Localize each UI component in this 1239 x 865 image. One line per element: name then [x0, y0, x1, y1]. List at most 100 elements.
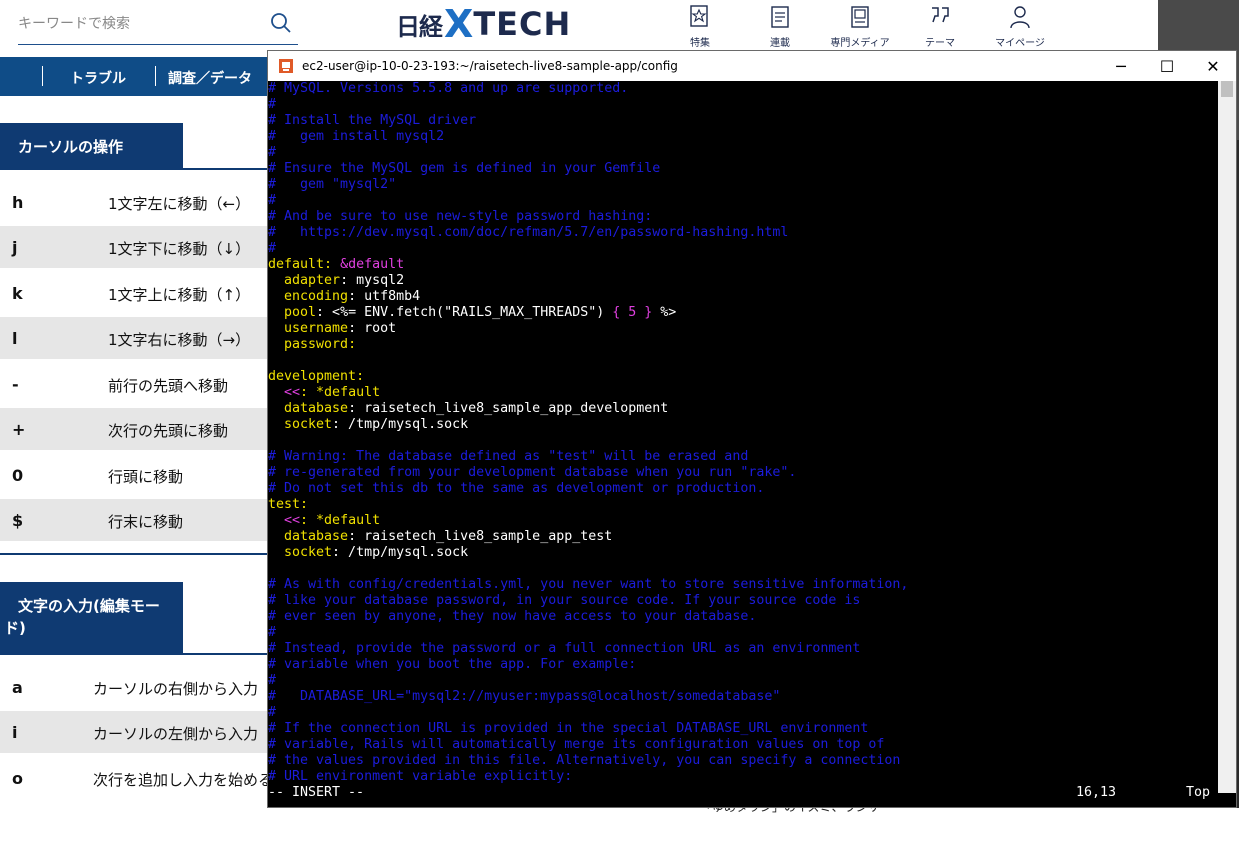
topnav-label: マイページ [995, 38, 1045, 49]
yaml-value: : /tmp/mysql.sock [332, 417, 469, 432]
terminal-line: <<: *default [268, 513, 380, 529]
table-row: - 前行の先頭へ移動 [0, 363, 268, 405]
table-row: o 次行を追加し入力を始める [0, 757, 273, 799]
yaml-anchor: &default [340, 257, 405, 272]
yaml-value: %> [652, 305, 677, 320]
terminal-line: test: [268, 497, 308, 513]
yaml-key: database [268, 529, 349, 544]
terminal-line: database: raisetech_live8_sample_app_dev… [268, 401, 668, 417]
terminal-line: socket: /tmp/mysql.sock [268, 545, 468, 561]
row-desc: 1文字左に移動（←） [108, 195, 251, 213]
topnav-label: 専門メディア [830, 38, 890, 49]
yaml-merge: << [268, 385, 301, 400]
yaml-value: : root [348, 321, 397, 336]
nav-separator [42, 66, 43, 86]
terminal-line: # If the connection URL is provided in t… [268, 721, 869, 736]
document-icon [771, 6, 789, 28]
terminal-content[interactable]: # MySQL. Versions 5.5.8 and up are suppo… [268, 81, 1218, 793]
row-key: j [12, 238, 18, 257]
row-desc: 1文字右に移動（→） [108, 331, 251, 349]
terminal-scrollbar[interactable] [1218, 81, 1236, 793]
topnav-series[interactable]: 連載 [740, 2, 820, 49]
yaml-alias: *default [316, 513, 381, 528]
yaml-key: pool [268, 305, 317, 320]
terminal-line: # As with config/credentials.yml, you ne… [268, 577, 909, 592]
row-desc: 次行の先頭に移動 [108, 422, 229, 440]
close-button[interactable]: ✕ [1190, 51, 1236, 81]
row-desc: カーソルの左側から入力 [93, 725, 259, 743]
section-title-line: 文字の入力(編集モー [18, 597, 160, 615]
section-divider [0, 168, 268, 170]
table-row: i カーソルの左側から入力 [0, 711, 268, 753]
window-title: ec2-user@ip-10-0-23-193:~/raisetech-live… [302, 59, 678, 73]
yaml-value: : /tmp/mysql.sock [332, 545, 469, 560]
yaml-key: adapter [268, 273, 341, 288]
row-key: o [12, 769, 23, 788]
yaml-key: username [268, 321, 349, 336]
search-input[interactable] [18, 12, 258, 36]
terminal-line: # MySQL. Versions 5.5.8 and up are suppo… [268, 81, 629, 96]
terminal-line: encoding: utf8mb4 [268, 289, 420, 305]
terminal-line: # [268, 705, 277, 720]
row-desc: 行末に移動 [108, 513, 184, 531]
maximize-button[interactable]: ☐ [1144, 51, 1190, 81]
terminal-line: socket: /tmp/mysql.sock [268, 417, 468, 433]
topnav-theme[interactable]: テーマ [900, 2, 980, 49]
yaml-key: default [268, 257, 325, 272]
terminal-line: # URL environment variable explicitly: [268, 769, 573, 784]
yaml-value: : raisetech_live8_sample_app_test [348, 529, 613, 544]
terminal-line: # ever seen by anyone, they now have acc… [268, 609, 757, 624]
topnav-label: 連載 [770, 38, 790, 49]
logo-x: X [444, 2, 474, 46]
vim-statusline: -- INSERT -- 16,13 Top [268, 785, 1218, 801]
row-key: + [12, 420, 26, 439]
yaml-colon: : [356, 369, 365, 384]
terminal-line: username: root [268, 321, 396, 337]
topnav-mypage[interactable]: マイページ [980, 2, 1060, 49]
nav-separator [155, 66, 156, 86]
terminal-window[interactable]: ec2-user@ip-10-0-23-193:~/raisetech-live… [267, 50, 1237, 808]
table-row: 0 行頭に移動 [0, 454, 268, 496]
row-desc: 1文字上に移動（↑） [108, 286, 251, 304]
terminal-line: # [268, 193, 277, 208]
topnav-media[interactable]: 専門メディア [820, 2, 900, 49]
row-key: - [12, 375, 19, 394]
terminal-line: database: raisetech_live8_sample_app_tes… [268, 529, 612, 545]
site-logo[interactable]: 日経 X TECH [396, 2, 571, 46]
yaml-key: encoding [268, 289, 349, 304]
table-row: h 1文字左に移動（←） [0, 181, 268, 223]
minimize-button[interactable]: ─ [1098, 51, 1144, 81]
terminal-line: # [268, 241, 277, 256]
row-desc: 次行を追加し入力を始める [93, 771, 274, 789]
logo-nikkei: 日経 [396, 12, 443, 41]
yaml-alias: *default [316, 385, 381, 400]
section-title-cursor: カーソルの操作 [0, 123, 183, 169]
yaml-key: socket [268, 417, 333, 432]
table-row: $ 行末に移動 [0, 499, 268, 541]
scrollbar-thumb[interactable] [1221, 81, 1233, 97]
window-titlebar[interactable]: ec2-user@ip-10-0-23-193:~/raisetech-live… [268, 51, 1236, 81]
search-icon[interactable] [270, 12, 292, 34]
section-title-insert: 文字の入力(編集モー ド) [0, 582, 183, 653]
terminal-line: # variable, Rails will automatically mer… [268, 737, 885, 752]
magazine-icon [851, 6, 869, 28]
row-key: $ [12, 511, 24, 530]
topnav-feature[interactable]: 特集 [660, 2, 740, 49]
terminal-line: # Instead, provide the password or a ful… [268, 641, 861, 656]
table-row: l 1文字右に移動（→） [0, 317, 268, 359]
row-desc: 1文字下に移動（↓） [108, 240, 251, 258]
terminal-line: # Do not set this db to the same as deve… [268, 481, 765, 496]
nav-survey[interactable]: 調査／データ [168, 68, 252, 88]
user-icon [1010, 6, 1030, 29]
yaml-key: database [268, 401, 349, 416]
row-key: i [12, 723, 18, 742]
terminal-line: # like your database password, in your s… [268, 593, 861, 608]
table-row: k 1文字上に移動（↑） [0, 272, 268, 314]
yaml-merge: << [268, 513, 301, 528]
nav-trouble[interactable]: トラブル [70, 68, 126, 88]
terminal-line: # Ensure the MySQL gem is defined in you… [268, 161, 661, 176]
terminal-line: # Warning: The database defined as "test… [268, 449, 749, 464]
yaml-value: : mysql2 [340, 273, 405, 288]
terminal-line: # the values provided in this file. Alte… [268, 753, 901, 768]
yaml-brace: { 5 } [612, 305, 653, 320]
